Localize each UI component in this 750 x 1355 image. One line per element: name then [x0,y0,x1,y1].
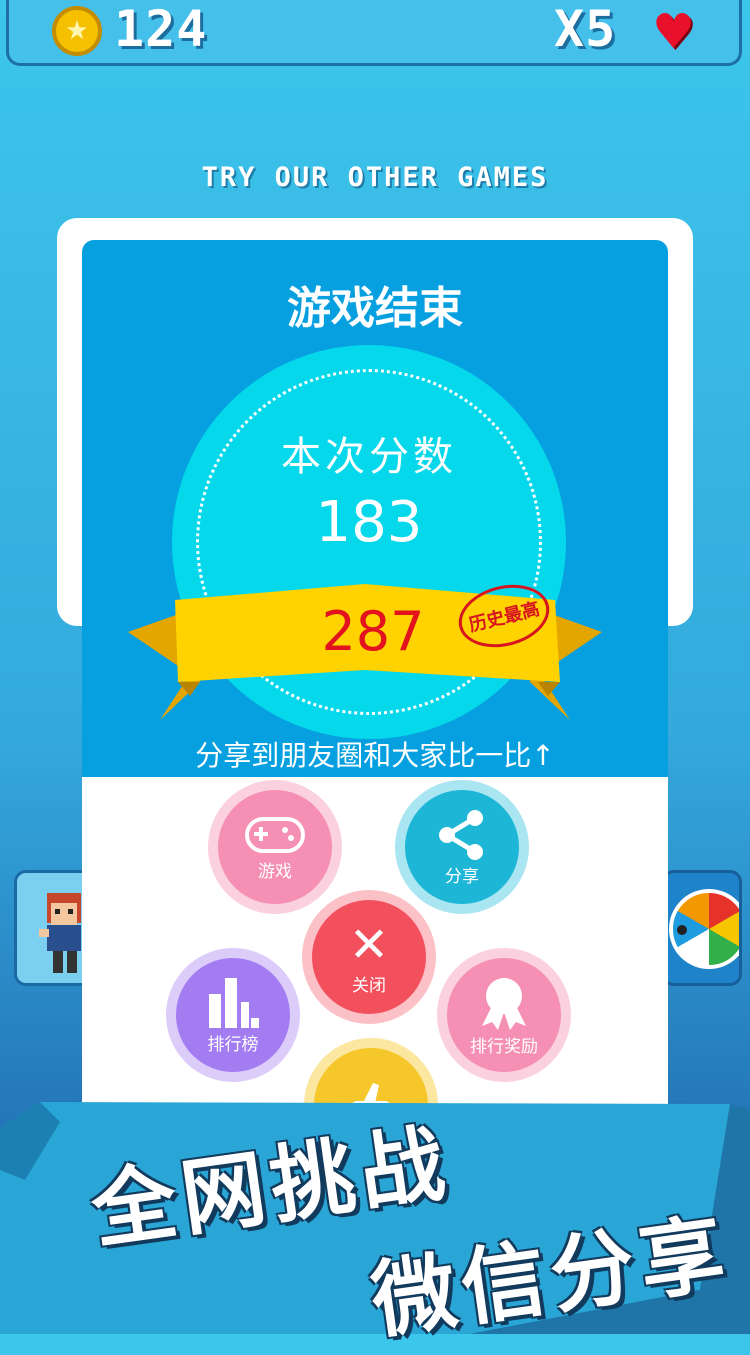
medal-ribbon-icon [482,977,526,1030]
coin-count: 124 [114,0,208,58]
bar-chart-icon [209,977,259,1028]
heart-icon: ♥ [652,4,696,60]
share-icon [439,809,483,860]
wheel-center-icon [677,925,687,935]
close-button-label: 关闭 [352,975,386,996]
dialog-title: 游戏结束 [287,283,463,334]
share-button-label: 分享 [445,866,479,887]
leaderboard-button[interactable]: 排行榜 [166,948,300,1082]
coin-icon: ★ [52,6,102,56]
score-label: 本次分数 [281,434,457,480]
leaderboard-reward-button[interactable]: 排行奖励 [437,948,571,1082]
leaderboard-reward-button-label: 排行奖励 [470,1036,538,1057]
share-hint: 分享到朋友圈和大家比一比↑ [195,739,555,772]
try-other-games-title: TRY OUR OTHER GAMES [201,162,549,193]
current-score: 183 [315,490,423,555]
close-icon: ✕ [348,916,390,973]
other-game-thumb-right[interactable] [662,870,742,986]
close-button[interactable]: ✕ 关闭 [302,890,436,1024]
lives-count: X5 [554,0,617,58]
game-button[interactable]: 游戏 [208,780,342,914]
game-button-label: 游戏 [258,861,292,882]
leaderboard-button-label: 排行榜 [207,1034,259,1055]
share-button[interactable]: 分享 [395,780,529,914]
best-record-stamp-text: 历史最高 [466,598,542,637]
gamepad-icon [245,816,305,853]
